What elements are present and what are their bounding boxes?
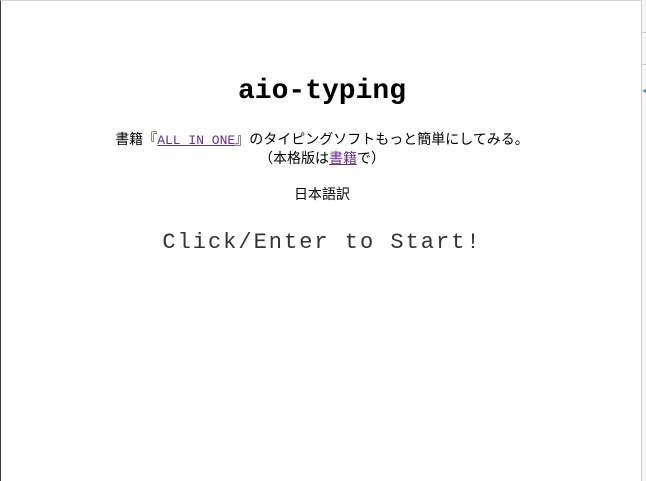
side-panel: ◀ (641, 0, 646, 481)
description-prefix: 書籍『 (115, 132, 158, 148)
language-label: 日本語訳 (294, 187, 350, 203)
description-line2-prefix: （本格版は (259, 151, 329, 167)
all-in-one-link[interactable]: ALL IN ONE (157, 133, 235, 148)
book-link[interactable]: 書籍 (329, 151, 357, 167)
side-panel-divider (642, 32, 646, 33)
description: 書籍『ALL IN ONE』のタイピングソフトもっと簡単にしてみる。 （本格版は… (2, 131, 642, 169)
description-line2-suffix: で） (357, 151, 385, 167)
start-prompt[interactable]: Click/Enter to Start! (2, 229, 642, 257)
app-title: aio-typing (237, 76, 407, 107)
side-panel-divider (642, 64, 646, 65)
description-suffix: 』のタイピングソフトもっと簡単にしてみる。 (235, 132, 529, 148)
description-line-1: 書籍『ALL IN ONE』のタイピングソフトもっと簡単にしてみる。 (2, 131, 642, 150)
left-arrow-icon[interactable]: ◀ (642, 86, 646, 95)
browser-viewport: aio-typing 書籍『ALL IN ONE』のタイピングソフトもっと簡単に… (0, 0, 646, 481)
description-line-2: （本格版は書籍で） (2, 150, 642, 169)
